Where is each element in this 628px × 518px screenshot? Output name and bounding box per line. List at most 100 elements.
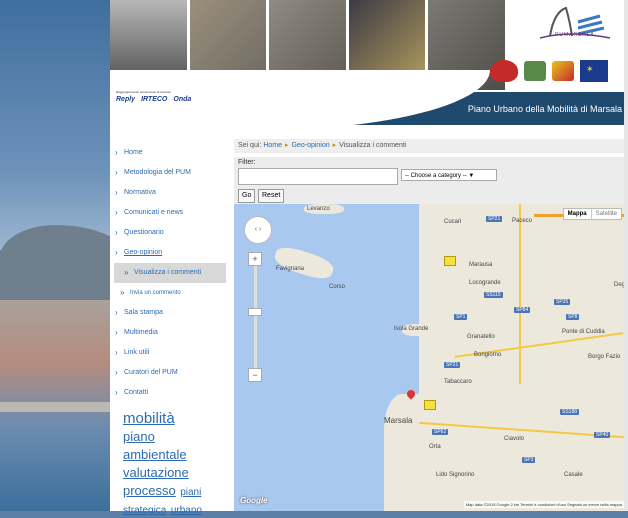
- map-view[interactable]: Levanzo Cucari Paceco Favignana Corso Ma…: [234, 204, 626, 511]
- page-scrollbar[interactable]: [624, 0, 628, 511]
- page-content: › Home › Metodologia del PUM › Normativa › C…: [110, 125, 628, 516]
- sicily-flag-icon: [552, 61, 574, 81]
- map-place-label: Ciavolo: [504, 436, 525, 442]
- breadcrumb-separator: ▸: [285, 142, 289, 149]
- map-place-label: Ponte di Cuddia: [562, 329, 605, 335]
- chevron-right-icon: ›: [115, 228, 118, 237]
- map-place-label: Tabaccaro: [444, 379, 472, 385]
- go-button[interactable]: Go: [238, 189, 256, 203]
- sidebar-item-metodologia[interactable]: › Metodologia del PUM: [110, 163, 230, 183]
- map-place-label: Bongiorno: [474, 352, 502, 358]
- sidebar-subitem-invia[interactable]: » Invia un commento: [110, 283, 230, 303]
- map-marker-yellow-icon[interactable]: [424, 400, 436, 410]
- map-road-label: SP3: [522, 457, 536, 463]
- breadcrumb: Sei qui: Home ▸ Geo-opinion ▸ Visualizza i c…: [234, 139, 626, 153]
- map-road-label: SP1: [454, 314, 468, 320]
- chevron-right-icon: »: [120, 288, 125, 297]
- map-place-label: Levanzo: [307, 206, 330, 212]
- breadcrumb-section-link[interactable]: Geo-opinion: [292, 142, 330, 149]
- zoom-slider-handle[interactable]: [248, 308, 262, 316]
- map-road-label: SP21: [486, 216, 503, 222]
- map-place-label: Cucari: [444, 219, 462, 225]
- chevron-right-icon: ›: [115, 248, 118, 257]
- tag-link[interactable]: piano: [123, 429, 155, 444]
- chevron-right-icon: ›: [115, 148, 118, 157]
- tag-link[interactable]: valutazione: [123, 465, 189, 480]
- site-title: Piano Urbano della Mobilità di Marsala: [467, 104, 622, 114]
- sidebar-item-link-utili[interactable]: › Link utili: [110, 343, 230, 363]
- tag-link[interactable]: mobilità: [123, 410, 175, 427]
- map-road-label: SS115: [484, 292, 503, 298]
- zoom-slider-track[interactable]: [254, 256, 257, 380]
- sidebar-item-multimedia[interactable]: › Multimedia: [110, 323, 230, 343]
- map-place-label: Corso: [329, 284, 346, 290]
- chevron-right-icon: ›: [115, 328, 118, 337]
- eu-flag-icon: ✶: [580, 60, 608, 82]
- breadcrumb-current: Visualizza i commenti: [339, 142, 407, 149]
- breadcrumb-separator: ▸: [332, 142, 337, 149]
- sidebar-item-geo-opinion[interactable]: › Geo-opinion: [110, 243, 230, 263]
- institution-logos: ✶: [490, 60, 608, 82]
- main-panel: Sei qui: Home ▸ Geo-opinion ▸ Visualizza i c…: [234, 139, 626, 511]
- breadcrumb-home-link[interactable]: Home: [263, 142, 282, 149]
- dropdown-arrow-icon: ▼: [468, 173, 475, 179]
- sidebar-item-curatori[interactable]: › Curatori del PUM: [110, 363, 230, 383]
- tag-link[interactable]: ambientale: [123, 447, 187, 462]
- sidebar-item-comunicati[interactable]: › Comunicati e news: [110, 203, 230, 223]
- chevron-right-icon: ›: [115, 168, 118, 177]
- chevron-right-icon: ›: [115, 368, 118, 377]
- city-crest-icon: [524, 61, 546, 81]
- sponsor-logo-irteco: IRTECO: [141, 96, 168, 103]
- map-marker-yellow-icon[interactable]: [444, 256, 456, 266]
- map-place-label: Casale: [564, 472, 583, 478]
- filter-input[interactable]: [238, 168, 398, 185]
- tag-link[interactable]: piani: [180, 487, 201, 498]
- map-road: [519, 204, 521, 384]
- chevron-right-icon: ›: [115, 208, 118, 217]
- map-place-label: Locogrande: [469, 280, 501, 286]
- map-place-label: Marausa: [469, 262, 493, 268]
- map-land-marsala: [384, 394, 444, 511]
- map-type-satellite-button[interactable]: Satellite: [590, 209, 621, 219]
- google-logo: Google: [240, 496, 268, 505]
- sidebar-nav: › Home › Metodologia del PUM › Normativa › C…: [110, 125, 230, 516]
- pan-control-icon[interactable]: ‹ ›: [244, 216, 272, 244]
- reset-button[interactable]: Reset: [258, 189, 285, 203]
- map-type-map-button[interactable]: Mappa: [564, 209, 591, 219]
- map-place-label: Granatello: [467, 334, 495, 340]
- sidebar-item-normativa[interactable]: › Normativa: [110, 183, 230, 203]
- sidebar-item-questionario[interactable]: › Questionario: [110, 223, 230, 243]
- map-place-label: Orta: [429, 444, 441, 450]
- sidebar-subitem-visualizza[interactable]: » Visualizza i commenti: [114, 263, 226, 283]
- site-header: Raggruppamento temporaneo di imprese Rep…: [110, 0, 628, 125]
- sidebar-item-home[interactable]: › Home: [110, 143, 230, 163]
- zoom-out-button[interactable]: −: [248, 368, 262, 382]
- map-road-label: SP8: [566, 314, 580, 320]
- chevron-right-icon: ›: [115, 188, 118, 197]
- map-road-label: SP62: [432, 429, 449, 435]
- map-place-label: Favignana: [276, 266, 305, 272]
- sidebar-item-sala-stampa[interactable]: › Sala stampa: [110, 303, 230, 323]
- map-place-label: Paceco: [512, 218, 533, 224]
- chevron-right-icon: ›: [115, 308, 118, 317]
- map-place-label: Isola Grande: [394, 326, 429, 332]
- map-place-label: Marsala: [384, 416, 413, 425]
- pum-logo-text: PUMARSALA: [555, 32, 595, 38]
- tag-link[interactable]: processo: [123, 483, 176, 498]
- sponsor-logo-reply: Reply: [116, 96, 136, 103]
- background-salt-pans: [0, 402, 115, 412]
- heart-logo-icon: [490, 60, 518, 82]
- tag-cloud: mobilità piano ambientale valutazione pr…: [123, 410, 223, 518]
- map-road-label: SP40: [594, 432, 611, 438]
- map-place-label: Lido Signorino: [436, 472, 475, 478]
- map-island-favignana: [272, 243, 336, 283]
- map-road-label: SS188: [560, 409, 580, 415]
- sponsor-logos: Raggruppamento temporaneo di imprese Rep…: [116, 90, 191, 103]
- sponsor-caption: Raggruppamento temporaneo di imprese: [116, 90, 171, 94]
- sidebar-item-contatti[interactable]: › Contatti: [110, 383, 230, 403]
- map-attribution: Map data ©2015 Google 2 km Termini e con…: [463, 501, 624, 508]
- category-select[interactable]: -- Choose a category -- ▼: [401, 169, 497, 181]
- chevron-right-icon: ›: [115, 388, 118, 397]
- zoom-in-button[interactable]: +: [248, 252, 262, 266]
- chevron-right-icon: »: [124, 268, 129, 277]
